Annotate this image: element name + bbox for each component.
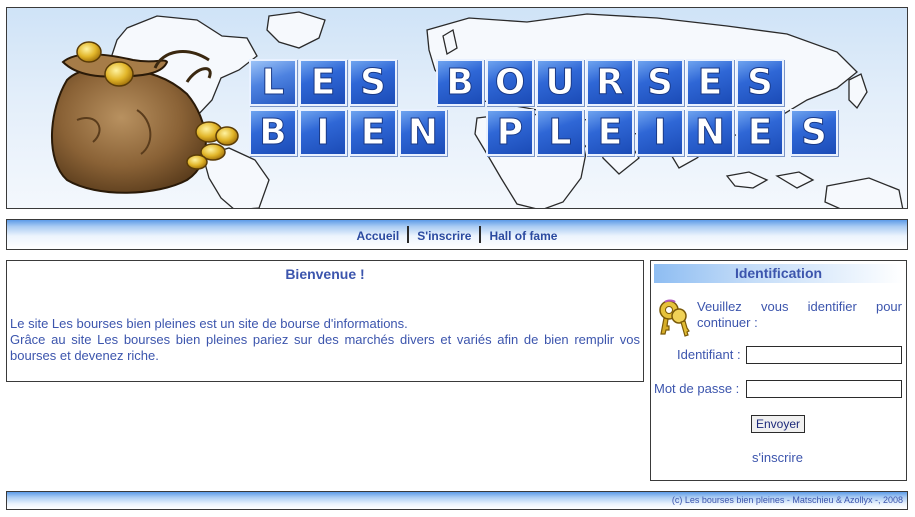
logo-letter-tile: E [586, 109, 634, 156]
logo-letter-tile: S [790, 109, 838, 156]
footer-copyright: (c) Les bourses bien pleines - Matschieu… [671, 495, 903, 505]
logo-letter-tile: S [736, 59, 784, 106]
logo-letter-tile: L [249, 59, 297, 106]
logo-letter-tile: S [349, 59, 397, 106]
logo-letter-tile: I [299, 109, 347, 156]
username-label: Identifiant : [677, 347, 741, 362]
logo-letter-tile: S [636, 59, 684, 106]
site-banner: LESBOURSESBIENPLEINES [6, 7, 908, 209]
keys-icon [659, 299, 690, 337]
logo-letter-tile: P [486, 109, 534, 156]
logo-letter-tile: U [536, 59, 584, 106]
password-input[interactable] [746, 380, 902, 398]
logo-letter-tile: E [686, 59, 734, 106]
footer: (c) Les bourses bien pleines - Matschieu… [6, 491, 908, 510]
login-message: Veuillez vous identifier pour continuer … [697, 299, 902, 330]
logo-letter-tile: N [399, 109, 447, 156]
login-panel-title: Identification [654, 264, 903, 283]
logo-letter-tile: L [536, 109, 584, 156]
submit-button[interactable]: Envoyer [751, 415, 805, 433]
site-logo: LESBOURSESBIENPLEINES [7, 8, 907, 208]
password-label: Mot de passe : [654, 381, 740, 396]
logo-letter-tile: E [736, 109, 784, 156]
username-input[interactable] [746, 346, 902, 364]
welcome-paragraph-1: Le site Les bourses bien pleines est un … [10, 316, 408, 331]
logo-letter-tile: E [349, 109, 397, 156]
logo-letter-tile: R [586, 59, 634, 106]
logo-letter-tile: B [249, 109, 297, 156]
register-link[interactable]: s'inscrire [651, 450, 904, 465]
logo-letter-tile: B [436, 59, 484, 106]
welcome-paragraph-2: Grâce au site Les bourses bien pleines p… [10, 332, 640, 363]
login-panel: Identification Veuillez vous identifier … [650, 260, 907, 481]
nav-link-accueil[interactable]: Accueil [349, 228, 408, 244]
welcome-title: Bienvenue ! [285, 266, 365, 282]
logo-letter-tile: E [299, 59, 347, 106]
welcome-panel: Bienvenue ! Le site Les bourses bien ple… [6, 260, 644, 382]
logo-letter-tile: O [486, 59, 534, 106]
main-navigation: Accueil S'inscrire Hall of fame [6, 219, 908, 250]
nav-link-sinscrire[interactable]: S'inscrire [409, 228, 479, 244]
nav-link-hall-of-fame[interactable]: Hall of fame [481, 228, 565, 244]
logo-letter-tile: I [636, 109, 684, 156]
logo-letter-tile: N [686, 109, 734, 156]
